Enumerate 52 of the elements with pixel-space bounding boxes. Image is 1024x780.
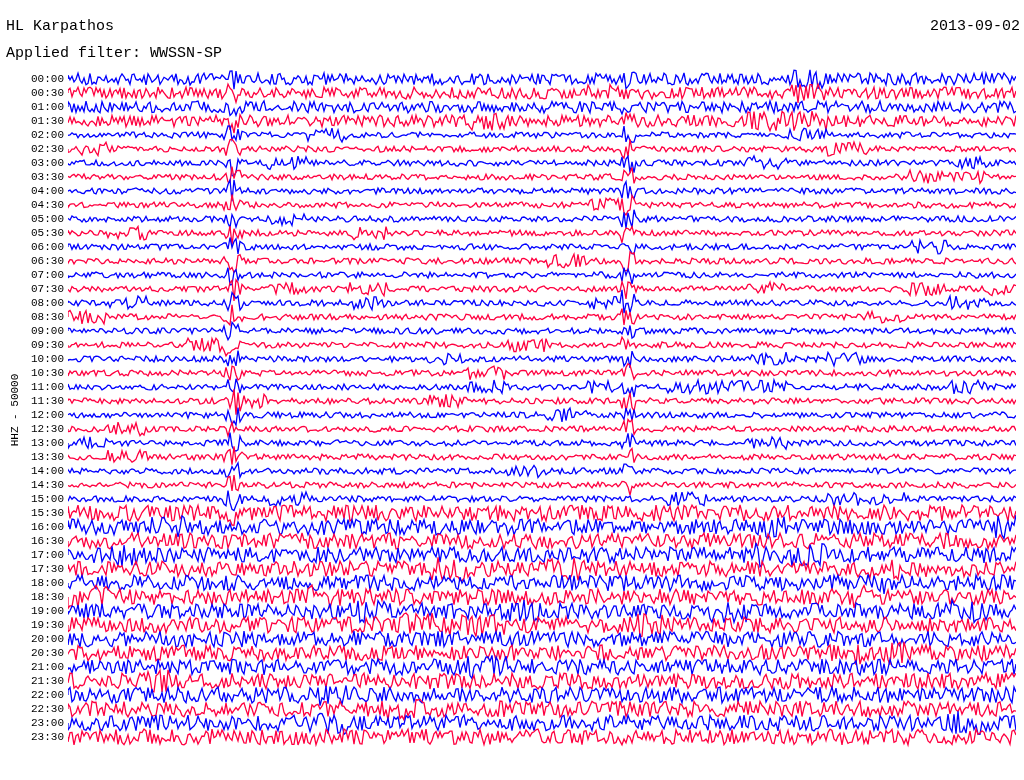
time-label: 03:00 [30, 156, 65, 170]
time-label: 17:00 [30, 548, 65, 562]
time-label: 13:00 [30, 436, 65, 450]
time-label: 13:30 [30, 450, 65, 464]
time-label: 21:30 [30, 674, 65, 688]
time-label: 10:00 [30, 352, 65, 366]
time-label: 00:00 [30, 72, 65, 86]
time-label: 04:30 [30, 198, 65, 212]
time-label: 16:30 [30, 534, 65, 548]
station-title: HL Karpathos [6, 18, 115, 35]
date-label: 2013-09-02 [930, 18, 1020, 35]
time-label: 09:00 [30, 324, 65, 338]
time-label: 12:00 [30, 408, 65, 422]
time-label: 14:30 [30, 478, 65, 492]
time-label: 17:30 [30, 562, 65, 576]
time-label: 19:00 [30, 604, 65, 618]
time-label: 05:30 [30, 226, 65, 240]
time-label: 06:00 [30, 240, 65, 254]
time-label: 00:30 [30, 86, 65, 100]
time-label: 11:00 [30, 380, 65, 394]
time-label: 08:00 [30, 296, 65, 310]
time-label: 01:00 [30, 100, 65, 114]
time-label: 03:30 [30, 170, 65, 184]
time-label: 20:00 [30, 632, 65, 646]
time-label: 10:30 [30, 366, 65, 380]
time-label: 14:00 [30, 464, 65, 478]
time-label: 20:30 [30, 646, 65, 660]
time-label: 21:00 [30, 660, 65, 674]
time-label: 19:30 [30, 618, 65, 632]
time-label: 06:30 [30, 254, 65, 268]
time-label: 15:00 [30, 492, 65, 506]
time-label: 22:00 [30, 688, 65, 702]
time-label: 01:30 [30, 114, 65, 128]
time-label: 07:00 [30, 268, 65, 282]
time-label: 16:00 [30, 520, 65, 534]
time-label: 23:30 [30, 730, 65, 744]
time-label: 09:30 [30, 338, 65, 352]
time-label: 04:00 [30, 184, 65, 198]
axis-label: HHZ - 50000 [9, 373, 21, 447]
time-label: 05:00 [30, 212, 65, 226]
time-label: 12:30 [30, 422, 65, 436]
time-label: 15:30 [30, 506, 65, 520]
time-label: 08:30 [30, 310, 65, 324]
time-label: 02:00 [30, 128, 65, 142]
filter-label: Applied filter: WWSSN-SP [6, 45, 224, 62]
time-label: 11:30 [30, 394, 65, 408]
time-label: 23:00 [30, 716, 65, 730]
time-label: 07:30 [30, 282, 65, 296]
time-label: 18:30 [30, 590, 65, 604]
time-label: 22:30 [30, 702, 65, 716]
time-label: 02:30 [30, 142, 65, 156]
time-label: 18:00 [30, 576, 65, 590]
